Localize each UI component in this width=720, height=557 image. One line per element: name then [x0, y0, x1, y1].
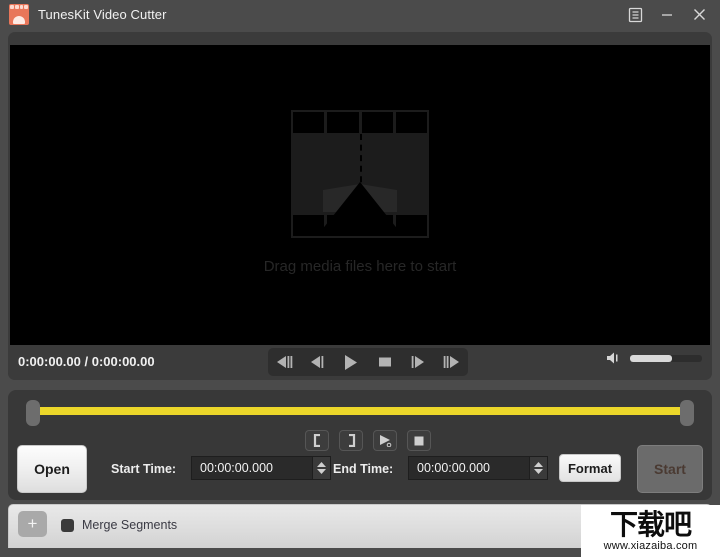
time-display: 0:00:00.00 / 0:00:00.00	[18, 354, 155, 369]
start-time-label: Start Time:	[111, 462, 177, 476]
step-forward-button[interactable]	[404, 350, 431, 374]
transport-controls	[268, 348, 468, 376]
end-time-value: 00:00:00.000	[417, 461, 490, 475]
trim-start-handle[interactable]	[26, 400, 40, 426]
end-time-stepper[interactable]	[529, 457, 547, 479]
start-time-stepper[interactable]	[312, 457, 330, 479]
stop-button[interactable]	[371, 350, 398, 374]
end-time-field[interactable]: 00:00:00.000	[408, 456, 548, 480]
format-button[interactable]: Format	[559, 454, 621, 482]
window-title: TunesKit Video Cutter	[38, 7, 167, 22]
trim-bar[interactable]	[18, 398, 702, 428]
step-forward-fast-button[interactable]	[438, 350, 465, 374]
title-bar: TunesKit Video Cutter	[0, 0, 720, 29]
merge-segments-checkbox[interactable]: Merge Segments	[61, 518, 177, 532]
volume-icon[interactable]	[606, 351, 623, 365]
checkbox-box[interactable]	[61, 518, 74, 532]
app-window: TunesKit Video Cutter Drag media files h…	[0, 0, 720, 557]
drop-zone[interactable]: Drag media files here to start	[10, 45, 710, 345]
film-strip-icon	[9, 4, 29, 25]
watermark: 下载吧 www.xiazaiba.com	[581, 505, 720, 557]
trim-track[interactable]	[32, 407, 692, 415]
close-icon[interactable]	[684, 0, 714, 29]
start-time-field[interactable]: 00:00:00.000	[191, 456, 331, 480]
open-button[interactable]: Open	[17, 445, 87, 493]
drop-zone-text: Drag media files here to start	[263, 257, 457, 275]
start-time-value: 00:00:00.000	[200, 461, 273, 475]
edit-controls-row: Open Start Time: 00:00:00.000 End Time: …	[8, 442, 712, 500]
step-back-button[interactable]	[304, 350, 331, 374]
play-button[interactable]	[338, 350, 365, 374]
volume-slider-fill	[630, 354, 672, 362]
playback-bar: 0:00:00.00 / 0:00:00.00	[8, 345, 712, 380]
step-back-fast-button[interactable]	[271, 350, 298, 374]
end-time-label: End Time:	[333, 462, 394, 476]
watermark-brand: 下载吧	[609, 508, 692, 541]
merge-segments-label: Merge Segments	[82, 518, 178, 532]
video-panel: Drag media files here to start 0:00:00.0…	[8, 32, 712, 380]
trim-end-handle[interactable]	[680, 400, 694, 426]
icon-perforations	[10, 5, 28, 9]
window-controls	[620, 0, 714, 29]
add-segment-button[interactable]: +	[18, 511, 47, 537]
edit-panel: Open Start Time: 00:00:00.000 End Time: …	[8, 390, 712, 500]
video-stage[interactable]: Drag media files here to start	[10, 45, 710, 345]
media-placeholder-icon	[291, 109, 429, 238]
volume-control	[606, 351, 702, 365]
start-button[interactable]: Start	[637, 445, 703, 493]
watermark-url: www.xiazaiba.com	[603, 540, 698, 552]
icon-lens	[13, 16, 25, 24]
menu-icon[interactable]	[620, 0, 650, 29]
volume-slider[interactable]	[630, 354, 702, 362]
minimize-icon[interactable]	[652, 0, 682, 29]
